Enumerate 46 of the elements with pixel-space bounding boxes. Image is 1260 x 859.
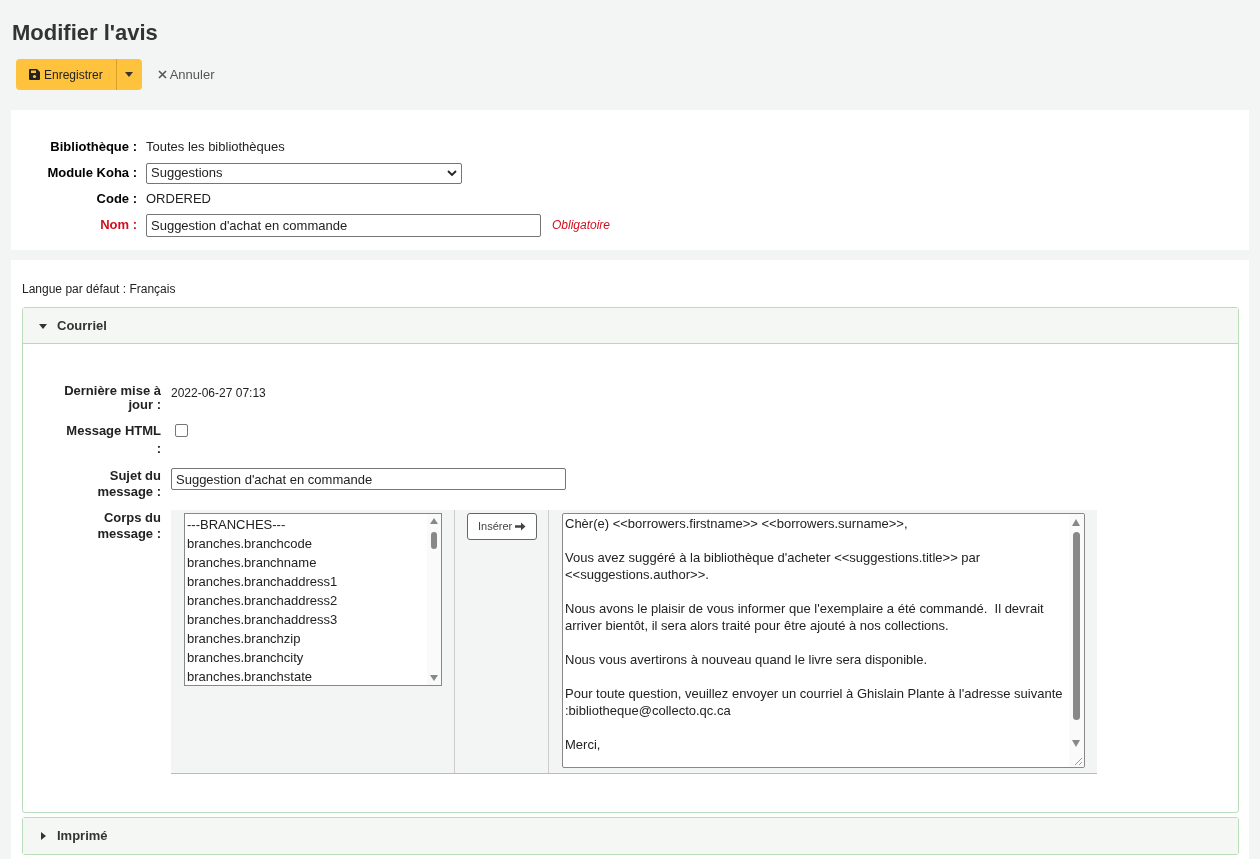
- default-language-value: Français: [129, 282, 176, 296]
- required-hint: Obligatoire: [552, 217, 611, 234]
- html-checkbox[interactable]: [175, 424, 188, 437]
- chevron-down-icon: [447, 169, 457, 177]
- arrow-right-icon: [515, 522, 527, 531]
- module-select[interactable]: Suggestions: [146, 162, 462, 184]
- last-update-value: 2022-06-27 07:13: [171, 385, 266, 402]
- accordion-header[interactable]: Imprimé: [23, 818, 1238, 854]
- listbox-option[interactable]: branches.branchaddress3: [187, 610, 427, 629]
- message-paragraph: Pour toute question, veuillez envoyer un courriel à Ghislain Plante à l'adresse suivante :bibliotheque@collecto.qc.ca: [565, 685, 1064, 719]
- field-label: Bibliothèque :: [49, 138, 137, 157]
- field-label: Dernière mise à jour :: [63, 384, 161, 412]
- field-listbox[interactable]: ---BRANCHES--- branches.branchcode branches.branchname branches.branchaddress1 branches.branchaddress2 branches.branchaddress3 branches.branchzip branches.branchcity branches.branchstate: [184, 513, 442, 686]
- message-textarea[interactable]: [562, 513, 1085, 768]
- caret-down-icon: [39, 321, 47, 330]
- listbox-option[interactable]: branches.branchstate: [187, 667, 427, 685]
- field-value: ORDERED: [146, 190, 211, 209]
- close-icon: [157, 70, 167, 79]
- message-paragraph: Chèr(e) <<borrowers.firstname>> <<borrowers.surname>>,: [565, 515, 909, 532]
- page-title: Modifier l'avis: [11, 19, 159, 46]
- field-label: Module Koha :: [46, 164, 137, 183]
- field-label: Nom :: [99, 216, 137, 235]
- listbox-option[interactable]: ---BRANCHES---: [187, 515, 427, 534]
- message-paragraph: Nous avons le plaisir de vous informer que l'exemplaire a été commandé. Il devrait arriver bientôt, il sera alors traité pour être ajouté à nos collections.: [565, 600, 1045, 634]
- cancel-link[interactable]: Annuler: [157, 64, 215, 85]
- listbox-option[interactable]: branches.branchaddress1: [187, 572, 427, 591]
- listbox-option[interactable]: branches.branchzip: [187, 629, 427, 648]
- message-paragraph: Vous avez suggéré à la bibliothèque d'acheter <<suggestions.title>> par <<suggestions.author>>.: [565, 549, 982, 583]
- message-paragraph: Merci,: [565, 736, 602, 753]
- name-input[interactable]: Suggestion d'achat en commande: [146, 213, 541, 237]
- accordion-header[interactable]: Courriel: [23, 308, 1238, 344]
- message-paragraph: Nous vous avertirons à nouveau quand le livre sera disponible.: [565, 651, 929, 668]
- listbox-option[interactable]: branches.branchcity: [187, 648, 427, 667]
- listbox-option[interactable]: branches.branchcode: [187, 534, 427, 553]
- insert-button[interactable]: Insérer: [467, 513, 538, 540]
- default-language-label: Langue par défaut :: [22, 282, 127, 296]
- caret-down-icon: [125, 72, 134, 77]
- field-label: Code :: [95, 190, 137, 209]
- listbox-option[interactable]: branches.branchname: [187, 553, 427, 572]
- caret-right-icon: [39, 832, 47, 840]
- field-label: Message HTML :: [65, 422, 161, 458]
- subject-input[interactable]: Suggestion d'achat en commande: [171, 468, 566, 490]
- field-value: Toutes les bibliothèques: [146, 138, 285, 157]
- field-label: Sujet du message :: [96, 468, 161, 500]
- field-label: Corps du message :: [96, 510, 161, 543]
- listbox-option[interactable]: branches.branchaddress2: [187, 591, 427, 610]
